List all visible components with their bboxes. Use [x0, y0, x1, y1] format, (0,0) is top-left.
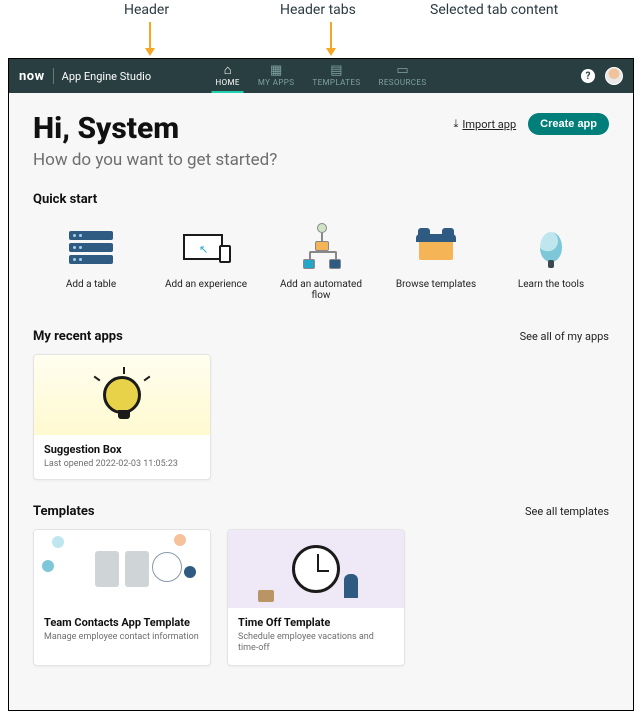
- annotation-arrow-icon: [149, 22, 151, 54]
- see-all-apps-link[interactable]: See all of my apps: [520, 330, 609, 343]
- annotation-content-label: Selected tab content: [430, 2, 558, 18]
- annotation-tabs-label: Header tabs: [280, 2, 356, 18]
- page-title: Hi, System: [33, 111, 277, 146]
- templates-icon: ▤: [330, 64, 342, 77]
- import-app-link[interactable]: ⤓ Import app: [454, 117, 517, 131]
- experience-icon: ↖: [176, 223, 236, 271]
- resources-icon: ▭: [396, 64, 408, 77]
- page-subtitle: How do you want to get started?: [33, 150, 277, 170]
- quick-start-add-table[interactable]: Add a table: [41, 223, 141, 301]
- recent-app-card[interactable]: Suggestion Box Last opened 2022-02-03 11…: [33, 354, 211, 480]
- product-name: App Engine Studio: [62, 70, 151, 83]
- see-all-templates-link[interactable]: See all templates: [525, 505, 609, 518]
- quick-start-label: Add a table: [66, 279, 116, 290]
- app-header: now App Engine Studio ⌂ HOME ▦ MY APPS ▤…: [9, 59, 633, 93]
- annotation-arrow-icon: [330, 22, 332, 54]
- recent-apps-heading: My recent apps: [33, 329, 123, 344]
- quick-start-label: Browse templates: [396, 279, 476, 290]
- lightbulb-icon: [103, 376, 141, 414]
- table-icon: [61, 223, 121, 271]
- annotation-header-label: Header: [124, 2, 169, 18]
- home-tab-content: Hi, System How do you want to get starte…: [9, 93, 633, 710]
- home-icon: ⌂: [224, 64, 232, 77]
- nav-tab-templates[interactable]: ▤ TEMPLATES: [308, 59, 364, 93]
- template-title: Time Off Template: [238, 616, 394, 629]
- template-thumbnail: [228, 530, 404, 608]
- nav-tab-label: HOME: [216, 78, 240, 87]
- divider: [53, 68, 54, 84]
- import-app-label: Import app: [462, 118, 516, 131]
- help-icon[interactable]: ?: [581, 69, 595, 83]
- template-title: Team Contacts App Template: [44, 616, 200, 629]
- box-icon: [406, 223, 466, 271]
- templates-heading: Templates: [33, 504, 95, 519]
- nav-tab-resources[interactable]: ▭ RESOURCES: [375, 59, 431, 93]
- avatar[interactable]: [605, 67, 623, 85]
- nav-tab-home[interactable]: ⌂ HOME: [212, 59, 244, 93]
- quick-start-label: Learn the tools: [518, 279, 584, 290]
- quick-start-label: Add an automated flow: [271, 279, 371, 301]
- app-window: now App Engine Studio ⌂ HOME ▦ MY APPS ▤…: [8, 58, 634, 711]
- nav-tabs: ⌂ HOME ▦ MY APPS ▤ TEMPLATES ▭ RESOURCES: [212, 59, 431, 93]
- template-card-contacts[interactable]: Team Contacts App Template Manage employ…: [33, 529, 211, 666]
- app-last-opened: Last opened 2022-02-03 11:05:23: [44, 459, 200, 469]
- quick-start-label: Add an experience: [165, 279, 247, 290]
- template-card-timeoff[interactable]: Time Off Template Schedule employee vaca…: [227, 529, 405, 666]
- nav-tab-label: TEMPLATES: [312, 78, 360, 87]
- template-desc: Manage employee contact information: [44, 632, 200, 643]
- idea-icon: [521, 223, 581, 271]
- apps-icon: ▦: [270, 64, 282, 77]
- template-desc: Schedule employee vacations and time-off: [238, 632, 394, 655]
- nav-tab-myapps[interactable]: ▦ MY APPS: [254, 59, 299, 93]
- quick-start-add-experience[interactable]: ↖ Add an experience: [156, 223, 256, 301]
- nav-tab-label: MY APPS: [258, 78, 295, 87]
- download-icon: ⤓: [454, 117, 459, 131]
- nav-tab-label: RESOURCES: [379, 78, 427, 87]
- quick-start-learn-tools[interactable]: Learn the tools: [501, 223, 601, 301]
- app-title: Suggestion Box: [44, 443, 200, 456]
- brand-logo: now: [19, 69, 45, 84]
- create-app-button[interactable]: Create app: [528, 113, 609, 135]
- quick-start-browse-templates[interactable]: Browse templates: [386, 223, 486, 301]
- template-thumbnail: [34, 530, 210, 608]
- app-thumbnail: [34, 355, 210, 435]
- quick-start-add-flow[interactable]: Add an automated flow: [271, 223, 371, 301]
- quick-start-grid: Add a table ↖ Add an experience Add an a…: [33, 217, 609, 301]
- quick-start-heading: Quick start: [33, 192, 609, 207]
- flow-icon: [291, 223, 351, 271]
